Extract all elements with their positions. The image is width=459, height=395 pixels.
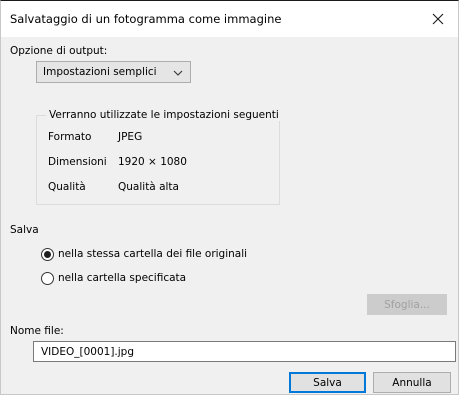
radio-specified-folder-label[interactable]: nella cartella specificata: [58, 272, 186, 284]
quality-key: Qualità: [48, 181, 86, 193]
close-icon: [432, 13, 444, 25]
output-option-value: Impostazioni semplici: [43, 66, 157, 78]
settings-group-caption: Verranno utilizzate le impostazioni segu…: [46, 109, 282, 121]
cancel-button[interactable]: Annulla: [373, 372, 451, 393]
dialog-title: Salvataggio di un fotogramma come immagi…: [10, 12, 282, 26]
save-frame-dialog: Salvataggio di un fotogramma come immagi…: [0, 0, 459, 395]
output-option-dropdown[interactable]: Impostazioni semplici: [36, 61, 191, 83]
filename-input[interactable]: [34, 342, 455, 361]
filename-field[interactable]: [33, 341, 456, 362]
dimensions-key: Dimensioni: [48, 156, 107, 168]
radio-specified-folder[interactable]: [41, 272, 54, 285]
radio-same-folder[interactable]: [41, 248, 54, 261]
save-section-label: Salva: [10, 224, 39, 236]
quality-value: Qualità alta: [118, 181, 179, 193]
filename-label: Nome file:: [10, 325, 64, 337]
output-option-label: Opzione di output:: [10, 45, 108, 57]
save-button[interactable]: Salva: [289, 372, 366, 393]
close-button[interactable]: [418, 1, 458, 37]
chevron-down-icon: [173, 70, 183, 76]
browse-button[interactable]: Sfoglia...: [367, 294, 447, 315]
format-value: JPEG: [118, 131, 143, 143]
dimensions-value: 1920 × 1080: [118, 156, 187, 168]
format-key: Formato: [48, 131, 92, 143]
radio-same-folder-label[interactable]: nella stessa cartella dei file originali: [58, 248, 247, 260]
title-bar: Salvataggio di un fotogramma come immagi…: [1, 1, 458, 37]
